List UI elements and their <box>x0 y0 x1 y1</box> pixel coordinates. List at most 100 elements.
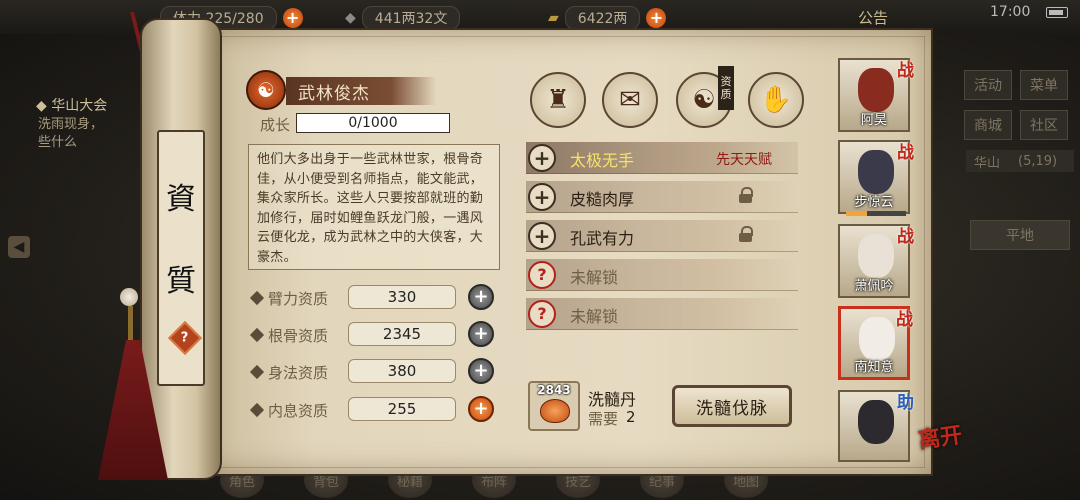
add-agility-button[interactable]: + <box>468 358 494 384</box>
help-icon: ? <box>181 330 189 346</box>
growth-progress: 0/1000 <box>296 113 450 133</box>
attribute-value: 380 <box>348 359 456 383</box>
attribute-row-internal: 内息资质 255 + <box>248 396 498 425</box>
ingots-resource: ▰ 6422两 + <box>548 6 667 30</box>
attribute-row-strength: 臂力资质 330 + <box>248 284 498 313</box>
item-need-label: 需要 <box>588 410 619 428</box>
ingots-value: 6422两 <box>564 6 641 30</box>
scroll-title-plaque: 資 質 ? <box>157 130 205 386</box>
portrait-helper[interactable]: 助 <box>838 390 914 462</box>
battle-badge: 战 <box>896 310 913 330</box>
add-ingots-button[interactable]: + <box>646 8 667 28</box>
marrow-pill-item[interactable]: 2843 <box>528 381 580 431</box>
plus-circle-icon: + <box>528 144 556 172</box>
trait-name: 孔武有力 <box>570 229 635 248</box>
trait-name: 太极无手 <box>570 151 635 170</box>
tassel-bead <box>120 288 138 306</box>
attribute-row-constitution: 根骨资质 2345 + <box>248 321 498 350</box>
scroll-title-char-2: 質 <box>166 264 196 299</box>
coins-value: 441两32文 <box>361 6 461 30</box>
diamond-bullet-icon <box>249 364 265 380</box>
helper-badge: 助 <box>897 393 914 413</box>
talent-description: 他们大多出身于一些武林世家，根骨奇佳，从小便受到名师指点，能文能武，集众家所长。… <box>248 144 500 270</box>
portrait-progress-bar <box>846 211 906 216</box>
trait-name: 未解锁 <box>570 307 619 326</box>
event-title[interactable]: ◆ 华山大会 <box>36 95 107 115</box>
hat-icon[interactable]: ♜ <box>530 72 586 128</box>
attribute-label: 根骨资质 <box>268 327 329 345</box>
location-name: 华山 <box>974 155 1001 171</box>
attribute-label: 臂力资质 <box>268 290 329 308</box>
leave-button[interactable]: 离开 <box>916 417 964 455</box>
trait-row[interactable]: ? 未解锁 <box>526 259 798 291</box>
avatar <box>858 400 894 444</box>
attribute-value: 255 <box>348 397 456 421</box>
coin-icon: ◆ <box>345 10 356 26</box>
talent-name: 武林俊杰 <box>286 77 436 105</box>
add-stamina-button[interactable]: + <box>282 8 303 28</box>
growth-label: 成长 <box>260 116 291 134</box>
location-coords: (5,19) <box>1018 153 1058 169</box>
event-description: 洗雨现身， 些什么 <box>38 117 104 150</box>
add-constitution-button[interactable]: + <box>468 321 494 347</box>
plus-circle-icon: + <box>528 183 556 211</box>
trait-row[interactable]: ? 未解锁 <box>526 298 798 330</box>
avatar <box>858 68 894 112</box>
trait-name: 皮糙肉厚 <box>570 190 635 209</box>
portrait-bujingyun[interactable]: 步惊云 战 <box>838 140 914 216</box>
plus-circle-icon: + <box>528 222 556 250</box>
battery-icon <box>1046 7 1068 18</box>
diamond-bullet-icon <box>249 290 265 306</box>
trait-row[interactable]: + 太极无手 先天天赋 <box>526 142 798 174</box>
clock: 17:00 <box>990 4 1031 20</box>
body-icon[interactable]: ✋ <box>748 72 804 128</box>
notice-button[interactable]: 公告 <box>858 7 888 28</box>
trait-row[interactable]: + 皮糙肉厚 <box>526 181 798 213</box>
diamond-bullet-icon <box>249 327 265 343</box>
item-need-value: 2 <box>626 408 636 426</box>
question-circle-icon: ? <box>528 300 556 328</box>
portrait-name: 南知意 <box>854 360 894 375</box>
diamond-bullet-icon <box>249 402 265 418</box>
item-name: 洗髓丹 <box>588 390 637 409</box>
ingot-icon: ▰ <box>548 10 559 26</box>
trait-name: 未解锁 <box>570 268 619 287</box>
attribute-label: 内息资质 <box>268 402 329 420</box>
attribute-row-agility: 身法资质 380 + <box>248 358 498 387</box>
battle-badge: 战 <box>897 143 914 163</box>
scroll-title-char-1: 資 <box>166 182 196 217</box>
avatar <box>858 234 894 278</box>
battle-badge: 战 <box>897 61 914 81</box>
help-button[interactable]: ? <box>168 321 202 355</box>
portrait-name: 阿昊 <box>860 113 887 128</box>
trait-tag: 先天天赋 <box>716 152 772 168</box>
attribute-label: 身法资质 <box>268 364 329 382</box>
terrain-plain-button[interactable]: 平地 <box>970 220 1070 250</box>
lock-icon <box>738 187 754 205</box>
battle-badge: 战 <box>897 227 914 247</box>
portrait-nanzhiyi[interactable]: 南知意 战 <box>838 306 913 380</box>
add-strength-button[interactable]: + <box>468 284 494 310</box>
collapse-left-arrow-icon[interactable]: ◀ <box>8 236 30 258</box>
bundle-icon[interactable]: ✉ <box>602 72 658 128</box>
attribute-value: 330 <box>348 285 456 309</box>
avatar <box>859 317 895 361</box>
peach-pill-icon <box>540 399 570 423</box>
coins-resource: ◆ 441两32文 <box>345 6 461 30</box>
lock-icon <box>738 226 754 244</box>
menu-button[interactable]: 菜单 <box>1020 70 1068 100</box>
trait-row[interactable]: + 孔武有力 <box>526 220 798 252</box>
portrait-xiaopeiyin[interactable]: 萧佩吟 战 <box>838 224 914 298</box>
shop-button[interactable]: 商城 <box>964 110 1012 140</box>
portrait-name: 萧佩吟 <box>854 279 894 294</box>
activity-button[interactable]: 活动 <box>964 70 1012 100</box>
aptitude-tab-tag: 资质 <box>718 66 734 110</box>
taiji-emblem-icon: ☯ <box>246 70 286 110</box>
item-count: 2843 <box>537 383 571 397</box>
location-display: 华山 (5,19) <box>966 150 1074 172</box>
avatar <box>858 150 894 194</box>
community-button[interactable]: 社区 <box>1020 110 1068 140</box>
add-internal-button[interactable]: + <box>468 396 494 422</box>
portrait-ahao[interactable]: 阿昊 战 <box>838 58 914 132</box>
wash-marrow-button[interactable]: 洗髓伐脉 <box>672 385 792 427</box>
